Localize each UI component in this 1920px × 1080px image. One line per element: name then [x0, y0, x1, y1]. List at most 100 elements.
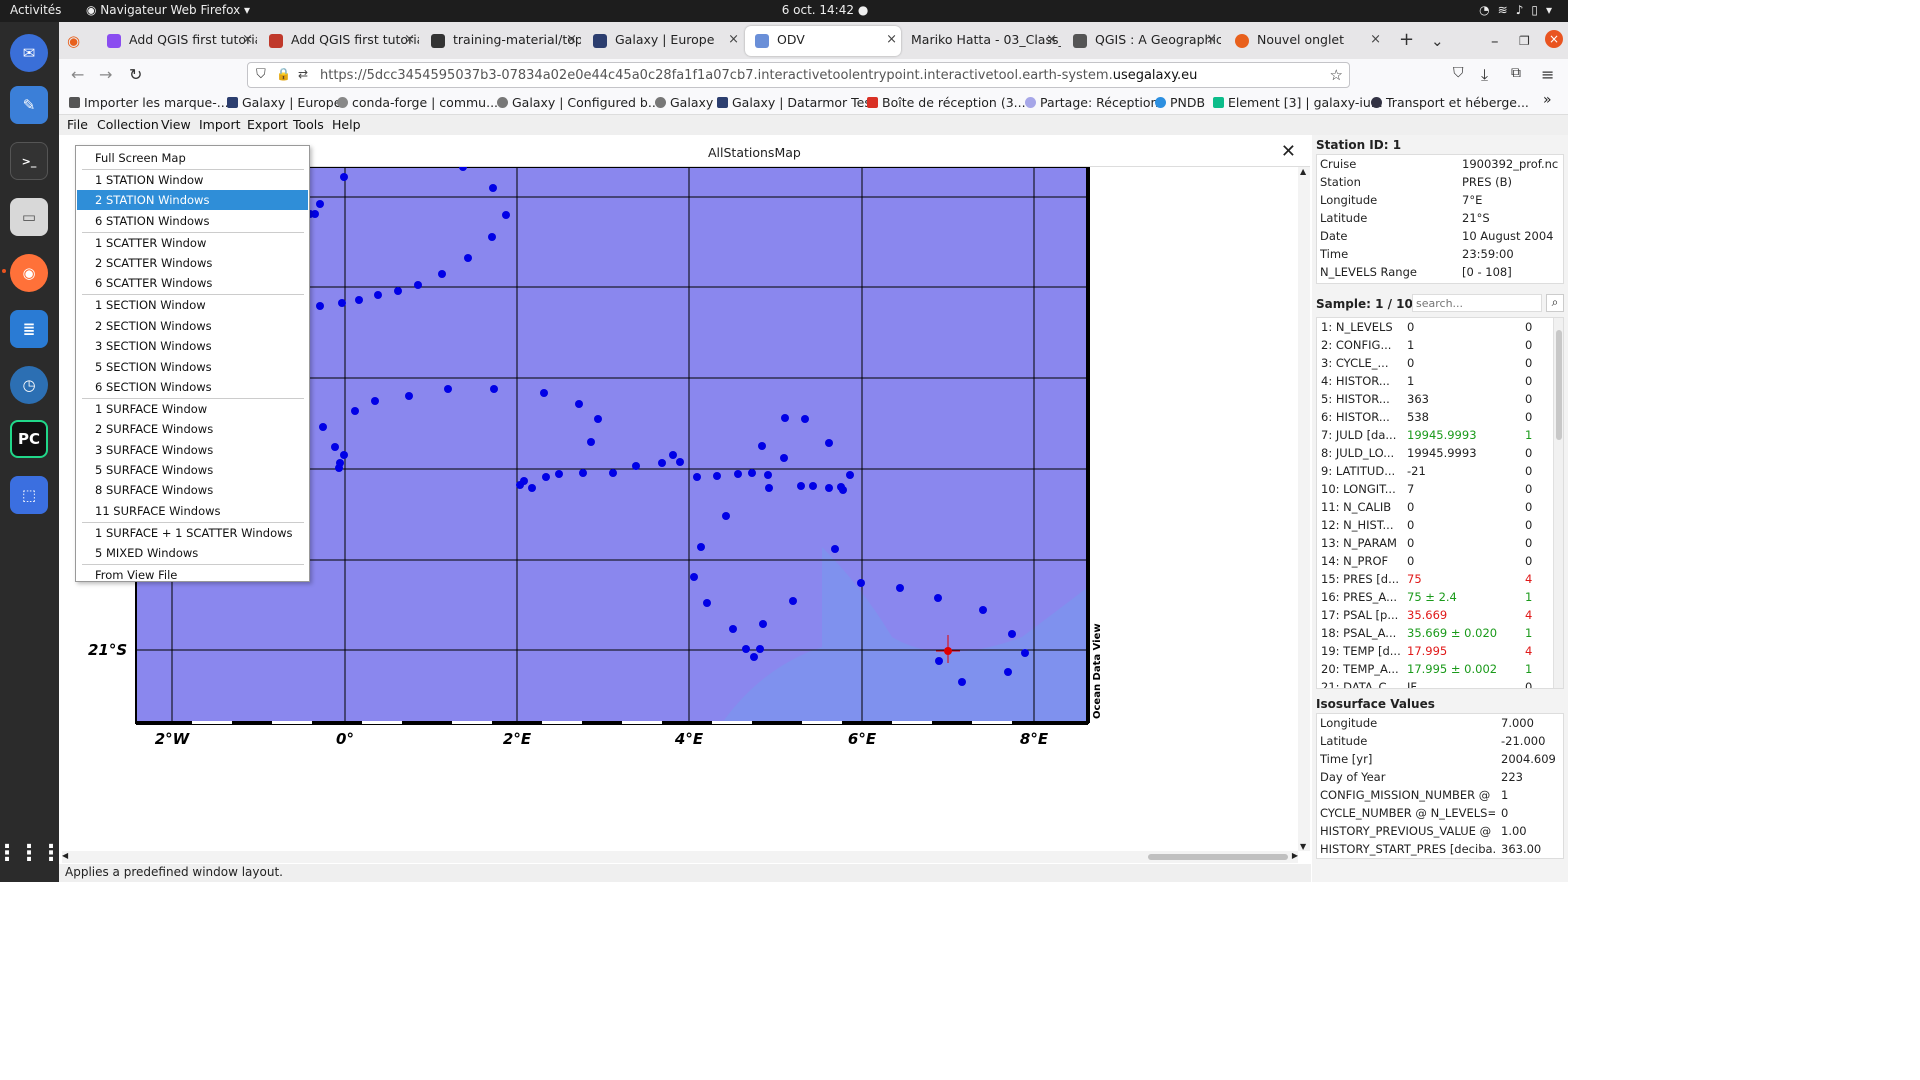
downloads-icon[interactable]: ⤓	[1481, 65, 1488, 85]
text-editor-icon[interactable]: ✎	[10, 86, 48, 124]
layout-menu-item[interactable]: 1 SURFACE + 1 SCATTER Windows	[77, 523, 308, 543]
new-tab-icon[interactable]: +	[1399, 29, 1414, 50]
sample-row[interactable]: 8: JULD_LO... 19945.9993 0	[1317, 444, 1563, 462]
layout-menu-item[interactable]: 3 SECTION Windows	[77, 336, 308, 356]
bookmark-item[interactable]: Galaxy | Configured b...	[497, 95, 660, 110]
reload-icon[interactable]: ↻	[129, 65, 142, 84]
close-icon[interactable]: ×	[242, 32, 253, 47]
scroll-up-icon[interactable]: ▲	[1300, 167, 1306, 176]
station-dot[interactable]	[825, 439, 833, 447]
forward-icon[interactable]: →	[99, 65, 112, 84]
sample-row[interactable]: 21: DATA_C... IF 0	[1317, 678, 1563, 688]
close-icon[interactable]: ✕	[1281, 141, 1296, 162]
sample-row[interactable]: 11: N_CALIB 0 0	[1317, 498, 1563, 516]
sample-scrollbar-thumb[interactable]	[1556, 330, 1562, 440]
browser-tab[interactable]: Mariko Hatta - 03_Class_ ×	[903, 26, 1061, 56]
browser-tab[interactable]: Add QGIS first tutoria ×	[259, 26, 419, 56]
sample-row[interactable]: 15: PRES [d... 75 4	[1317, 570, 1563, 588]
clock[interactable]: 6 oct. 14:42 ●	[760, 3, 890, 17]
layout-menu-item[interactable]: 2 SCATTER Windows	[77, 253, 308, 273]
files-icon[interactable]: ▭	[10, 198, 48, 236]
menu-tools[interactable]: Tools	[293, 117, 324, 132]
close-icon[interactable]: ×	[1046, 32, 1057, 47]
bookmark-item[interactable]: conda-forge | commu...	[337, 95, 498, 110]
station-dot[interactable]	[765, 484, 773, 492]
station-dot[interactable]	[609, 469, 617, 477]
bookmark-item[interactable]: Importer les marque-...	[69, 95, 229, 110]
station-dot[interactable]	[394, 287, 402, 295]
station-dot[interactable]	[789, 597, 797, 605]
station-dot[interactable]	[831, 545, 839, 553]
layout-menu-item[interactable]: 8 SURFACE Windows	[77, 480, 308, 500]
station-dot[interactable]	[801, 415, 809, 423]
station-dot[interactable]	[781, 414, 789, 422]
thunderbird-icon[interactable]: ✉	[10, 34, 48, 72]
station-dot[interactable]	[1021, 649, 1029, 657]
station-dot[interactable]	[316, 200, 324, 208]
station-dot[interactable]	[575, 400, 583, 408]
sample-row[interactable]: 12: N_HIST... 0 0	[1317, 516, 1563, 534]
station-dot[interactable]	[979, 606, 987, 614]
station-dot[interactable]	[676, 458, 684, 466]
browser-tab-active[interactable]: ODV ×	[745, 26, 901, 56]
station-dot[interactable]	[488, 233, 496, 241]
browser-tab[interactable]: training-material/top ×	[421, 26, 581, 56]
close-icon[interactable]: ×	[1370, 32, 1381, 47]
firefox-icon[interactable]: ◉	[10, 254, 48, 292]
station-dot[interactable]	[748, 469, 756, 477]
station-dot[interactable]	[797, 482, 805, 490]
back-icon[interactable]: ←	[71, 65, 84, 84]
sample-row[interactable]: 17: PSAL [p... 35.669 4	[1317, 606, 1563, 624]
terminal-icon[interactable]: >_	[10, 142, 48, 180]
station-dot[interactable]	[490, 385, 498, 393]
scroll-down-icon[interactable]: ▼	[1300, 842, 1306, 851]
screenshot-icon[interactable]: ⬚	[10, 476, 48, 514]
sample-row[interactable]: 3: CYCLE_... 0 0	[1317, 354, 1563, 372]
sample-row[interactable]: 19: TEMP [d... 17.995 4	[1317, 642, 1563, 660]
scroll-left-icon[interactable]: ◀	[62, 851, 68, 860]
time-tracker-icon[interactable]: ◷	[10, 366, 48, 404]
bookmark-item[interactable]: PNDB	[1155, 95, 1205, 110]
browser-tab[interactable]: Galaxy | Europe ×	[583, 26, 743, 56]
station-dot[interactable]	[540, 389, 548, 397]
minimize-icon[interactable]: –	[1491, 32, 1499, 50]
layout-menu-item[interactable]: 1 SECTION Window	[77, 295, 308, 315]
station-dot[interactable]	[516, 481, 524, 489]
search-icon[interactable]: ⌕	[1546, 294, 1564, 312]
sample-row[interactable]: 7: JULD [da... 19945.9993 1	[1317, 426, 1563, 444]
layout-menu-item[interactable]: 1 SURFACE Window	[77, 399, 308, 419]
station-dot[interactable]	[338, 299, 346, 307]
layout-menu-item[interactable]: 1 SCATTER Window	[77, 233, 308, 253]
station-dot[interactable]	[489, 184, 497, 192]
station-dot[interactable]	[690, 573, 698, 581]
menu-export[interactable]: Export	[247, 117, 288, 132]
station-dot[interactable]	[542, 473, 550, 481]
close-icon[interactable]: ×	[886, 32, 897, 47]
station-dot[interactable]	[935, 657, 943, 665]
layout-menu-item[interactable]: 3 SURFACE Windows	[77, 440, 308, 460]
station-dot[interactable]	[697, 543, 705, 551]
tab-list-chevron-icon[interactable]: ⌄	[1431, 32, 1444, 50]
menu-import[interactable]: Import	[199, 117, 241, 132]
station-dot[interactable]	[669, 451, 677, 459]
system-tray[interactable]: ◔≋♪▯▾	[1479, 3, 1560, 17]
scroll-right-icon[interactable]: ▶	[1292, 851, 1298, 860]
station-dot[interactable]	[444, 385, 452, 393]
close-icon[interactable]: ×	[1206, 32, 1217, 47]
station-dot[interactable]	[764, 471, 772, 479]
station-dot[interactable]	[351, 407, 359, 415]
station-dot[interactable]	[355, 296, 363, 304]
close-icon[interactable]: ×	[728, 32, 739, 47]
layout-menu-item[interactable]: 1 STATION Window	[77, 170, 308, 190]
station-dot[interactable]	[734, 470, 742, 478]
station-dot[interactable]	[464, 254, 472, 262]
pocket-icon[interactable]: ⛉	[1453, 65, 1464, 81]
app-menu[interactable]: ◉ Navigateur Web Firefox ▾	[86, 3, 250, 17]
bookmark-item[interactable]: Boîte de réception (3...	[867, 95, 1026, 110]
close-icon[interactable]: ×	[566, 32, 577, 47]
bookmark-item[interactable]: Galaxy | Datarmor Test	[717, 95, 876, 110]
station-dot[interactable]	[756, 645, 764, 653]
station-dot[interactable]	[502, 211, 510, 219]
sample-row[interactable]: 14: N_PROF 0 0	[1317, 552, 1563, 570]
station-dot[interactable]	[405, 392, 413, 400]
